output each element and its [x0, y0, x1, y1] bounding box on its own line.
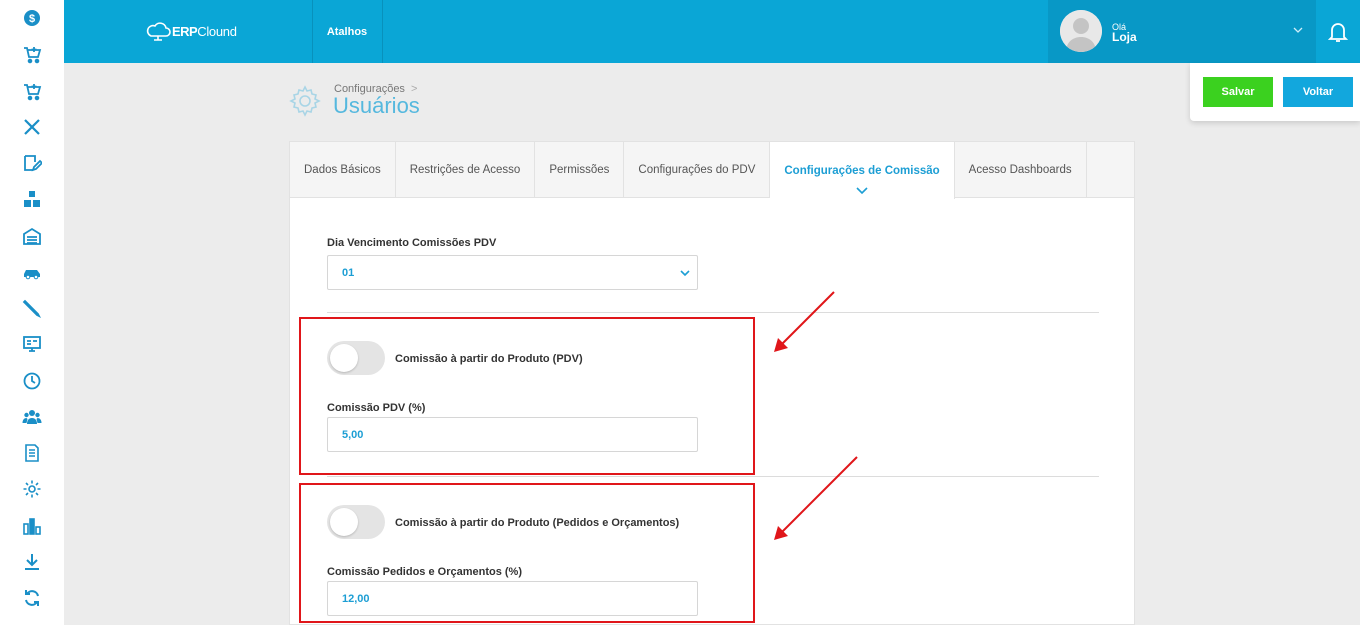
warehouse-icon[interactable] [20, 224, 44, 248]
chevron-down-icon[interactable] [1292, 24, 1304, 36]
boxes-icon[interactable] [20, 187, 44, 211]
cart-add-icon[interactable] [20, 42, 44, 66]
tab-label: Restrições de Acesso [409, 164, 521, 176]
dollar-icon[interactable]: $ [20, 6, 44, 30]
topbar-divider [382, 0, 383, 63]
download-icon[interactable] [20, 550, 44, 574]
logo-text: Clound [197, 23, 237, 39]
section-divider [327, 312, 1099, 313]
highlight-box-orders [299, 483, 755, 623]
tab-bar: Dados Básicos Restrições de Acesso Permi… [290, 142, 1134, 199]
tab-configuracoes-pdv[interactable]: Configurações do PDV [624, 142, 771, 198]
cloud-icon [146, 22, 171, 41]
pencil-icon[interactable] [20, 296, 44, 320]
logo-bold-text: ERP [172, 23, 198, 39]
bell-icon [1328, 22, 1348, 42]
save-button[interactable]: Salvar [1203, 77, 1273, 107]
sidebar: $ [0, 0, 64, 625]
action-panel: Salvar Voltar [1190, 63, 1360, 121]
shortcuts-menu[interactable]: Atalhos [312, 0, 382, 63]
tab-label: Acesso Dashboards [968, 164, 1072, 176]
gear-icon [289, 85, 321, 117]
tab-label: Dados Básicos [304, 164, 381, 176]
clock-icon[interactable] [20, 369, 44, 393]
user-greeting: Olá Loja [1112, 22, 1137, 44]
users-icon[interactable] [20, 405, 44, 429]
due-day-label: Dia Vencimento Comissões PDV [327, 237, 497, 249]
edit-note-icon[interactable] [20, 151, 44, 175]
monitor-icon[interactable] [20, 332, 44, 356]
tab-acesso-dashboards[interactable]: Acesso Dashboards [955, 142, 1087, 198]
highlight-box-pdv [299, 317, 755, 475]
document-icon[interactable] [20, 441, 44, 465]
due-day-value: 01 [342, 267, 355, 279]
car-icon[interactable] [20, 260, 44, 284]
due-day-select[interactable]: 01 [327, 255, 698, 290]
tab-label: Configurações do PDV [638, 164, 756, 176]
chevron-down-icon [680, 270, 690, 277]
top-bar: ERP Clound Atalhos Olá Loja [64, 0, 1360, 63]
svg-text:$: $ [29, 13, 35, 25]
avatar [1060, 10, 1102, 52]
chevron-down-icon [856, 187, 868, 195]
bar-chart-icon[interactable] [20, 514, 44, 538]
tab-permissoes[interactable]: Permissões [535, 142, 625, 198]
section-divider [327, 476, 1099, 477]
back-button[interactable]: Voltar [1283, 77, 1353, 107]
username: Loja [1112, 30, 1137, 44]
gear-icon[interactable] [20, 477, 44, 501]
tab-dados-basicos[interactable]: Dados Básicos [290, 142, 396, 198]
user-menu[interactable]: Olá Loja [1048, 0, 1316, 63]
tab-label: Permissões [549, 164, 610, 176]
tab-configuracoes-comissao[interactable]: Configurações de Comissão [770, 142, 955, 199]
tools-icon[interactable] [20, 115, 44, 139]
tab-label: Configurações de Comissão [784, 164, 940, 177]
logo[interactable]: ERP Clound [144, 18, 244, 44]
cart-add-icon[interactable] [20, 79, 44, 103]
notifications-button[interactable] [1316, 0, 1360, 63]
sync-icon[interactable] [20, 586, 44, 610]
tab-restricoes-acesso[interactable]: Restrições de Acesso [396, 142, 536, 198]
page-title: Usuários [333, 93, 420, 118]
